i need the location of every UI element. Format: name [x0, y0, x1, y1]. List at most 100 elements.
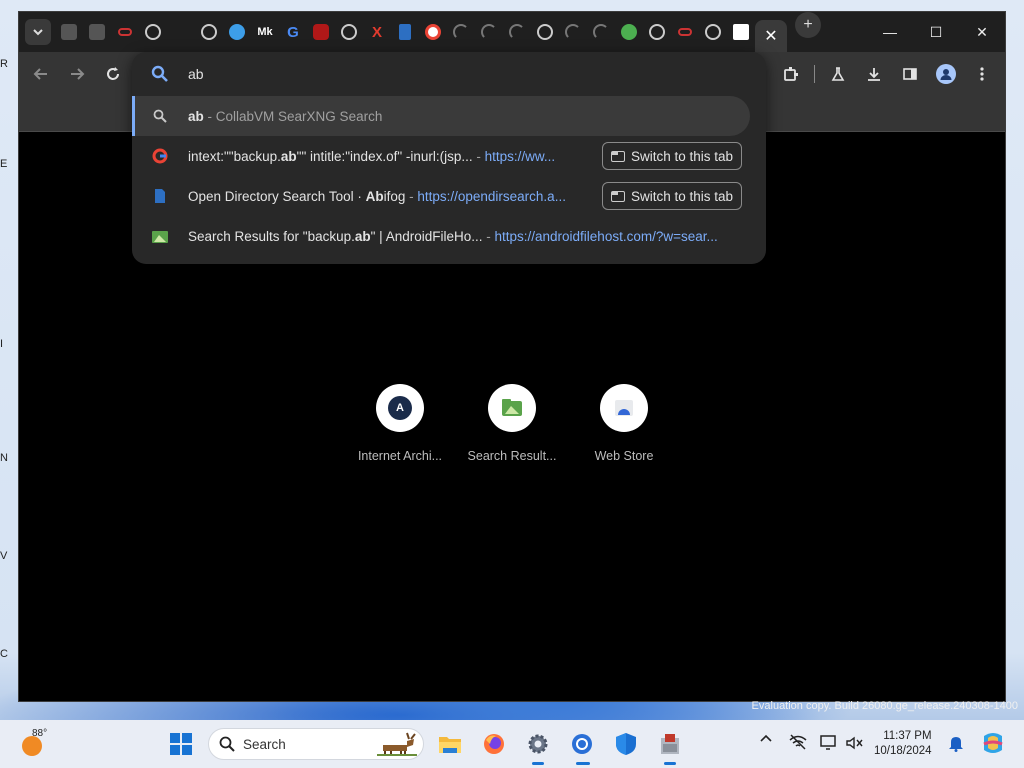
back-button[interactable] — [23, 56, 59, 92]
shortcut-label: Search Result... — [467, 449, 557, 463]
close-icon: ✕ — [764, 28, 778, 45]
desktop-icon-label[interactable]: R — [0, 58, 8, 70]
blank-icon — [173, 24, 189, 40]
security-taskbar-button[interactable] — [612, 730, 640, 758]
file-explorer-taskbar-button[interactable] — [436, 730, 464, 758]
suggestion-separator: - — [472, 148, 485, 164]
tab[interactable] — [503, 12, 531, 52]
tab[interactable] — [111, 12, 139, 52]
tab[interactable] — [307, 12, 335, 52]
tab[interactable] — [447, 12, 475, 52]
labs-button[interactable] — [821, 57, 855, 91]
downloads-button[interactable] — [857, 57, 891, 91]
speaker-muted-icon — [846, 736, 863, 750]
minimize-button[interactable]: — — [867, 12, 913, 52]
menu-button[interactable] — [965, 57, 999, 91]
suggestion-row[interactable]: intext:""backup.ab"" intitle:"index.of" … — [132, 136, 766, 176]
tab[interactable] — [139, 12, 167, 52]
installer-taskbar-button[interactable] — [656, 730, 684, 758]
folder-icon — [439, 737, 461, 753]
omnibox-query[interactable]: ab — [188, 66, 204, 82]
page-icon — [132, 188, 188, 204]
evaluation-watermark: Evaluation copy. Build 26080.ge_release.… — [751, 700, 1018, 712]
tab[interactable]: G — [279, 12, 307, 52]
google-icon — [425, 24, 441, 40]
profile-button[interactable] — [929, 57, 963, 91]
tab[interactable] — [167, 12, 195, 52]
desktop-icon-label[interactable]: N — [0, 452, 8, 464]
tab[interactable] — [83, 12, 111, 52]
suggestion-row[interactable]: Search Results for "backup.ab" | Android… — [132, 216, 766, 256]
weather-widget[interactable]: 88° — [18, 728, 68, 760]
suggestion-row[interactable]: Open Directory Search Tool · Abifog - ht… — [132, 176, 766, 216]
tab[interactable] — [559, 12, 587, 52]
desktop-icon-label[interactable]: I — [0, 338, 3, 350]
androidfilehost-icon — [132, 229, 188, 243]
shortcut-tile[interactable]: Web Store — [569, 384, 679, 463]
volume-tray-icon[interactable] — [846, 736, 864, 753]
notifications-button[interactable] — [948, 734, 964, 755]
arrow-right-icon — [71, 68, 85, 80]
reload-button[interactable] — [95, 56, 131, 92]
tray-overflow-button[interactable] — [760, 730, 772, 746]
maximize-button[interactable]: ☐ — [913, 12, 959, 52]
desktop-icon-label[interactable]: V — [0, 550, 7, 562]
ublock-icon — [313, 24, 329, 40]
tab[interactable] — [587, 12, 615, 52]
chrome-taskbar-button[interactable] — [568, 730, 596, 758]
web-store-icon — [615, 400, 633, 416]
new-tab-button[interactable]: + — [795, 12, 821, 38]
extensions-button[interactable] — [774, 57, 808, 91]
shortcut-tile[interactable]: A Internet Archi... — [345, 384, 455, 463]
tab[interactable] — [531, 12, 559, 52]
display-tray-icon[interactable] — [820, 734, 838, 753]
desktop-icon-label[interactable]: E — [0, 158, 7, 170]
active-tab-close-button[interactable]: ✕ — [755, 20, 787, 52]
copilot-button[interactable] — [980, 730, 1006, 759]
suggestion-match: ab — [280, 148, 297, 164]
tab-search-button[interactable] — [25, 19, 51, 45]
tab[interactable] — [55, 12, 83, 52]
suggestion-url: https://androidfilehost.com/?w=sear... — [494, 228, 718, 244]
tab[interactable] — [671, 12, 699, 52]
tab[interactable] — [727, 12, 755, 52]
search-placeholder: Search — [243, 736, 286, 752]
tab[interactable] — [475, 12, 503, 52]
tab[interactable] — [643, 12, 671, 52]
tab[interactable]: X — [363, 12, 391, 52]
running-indicator — [532, 762, 544, 765]
suggestion-row[interactable]: ab - CollabVM SearXNG Search — [132, 96, 750, 136]
taskbar-search[interactable]: Search — [208, 728, 424, 760]
switch-to-tab-label: Switch to this tab — [630, 188, 733, 204]
tab[interactable] — [391, 12, 419, 52]
mk-icon: Mk — [257, 26, 273, 38]
side-panel-button[interactable] — [893, 57, 927, 91]
desktop-icon-label[interactable]: C — [0, 648, 8, 660]
tab[interactable] — [335, 12, 363, 52]
close-window-button[interactable]: ✕ — [959, 12, 1005, 52]
switch-to-tab-button[interactable]: Switch to this tab — [601, 142, 742, 170]
minimize-icon: — — [883, 24, 897, 40]
shortcut-tile[interactable]: Search Result... — [457, 384, 567, 463]
network-tray-icon[interactable] — [789, 734, 807, 753]
switch-to-tab-label: Switch to this tab — [630, 148, 733, 164]
omnibox-input[interactable]: ab — [132, 52, 766, 96]
androidfilehost-icon — [502, 399, 522, 416]
tab-icon — [610, 190, 625, 202]
tab[interactable] — [615, 12, 643, 52]
tab[interactable] — [419, 12, 447, 52]
forward-button[interactable] — [59, 56, 95, 92]
suggestion-title: intext:""backup. — [188, 148, 281, 164]
suggestion-separator: - — [482, 228, 495, 244]
tab[interactable] — [223, 12, 251, 52]
settings-taskbar-button[interactable] — [524, 730, 552, 758]
tab[interactable] — [699, 12, 727, 52]
firefox-taskbar-button[interactable] — [480, 730, 508, 758]
shortcut-icon — [488, 384, 536, 432]
avatar-icon — [936, 64, 956, 84]
switch-to-tab-button[interactable]: Switch to this tab — [601, 182, 742, 210]
tab[interactable]: Mk — [251, 12, 279, 52]
tab[interactable] — [195, 12, 223, 52]
start-button[interactable] — [170, 733, 192, 755]
system-clock[interactable]: 11:37 PM 10/18/2024 — [874, 729, 932, 759]
